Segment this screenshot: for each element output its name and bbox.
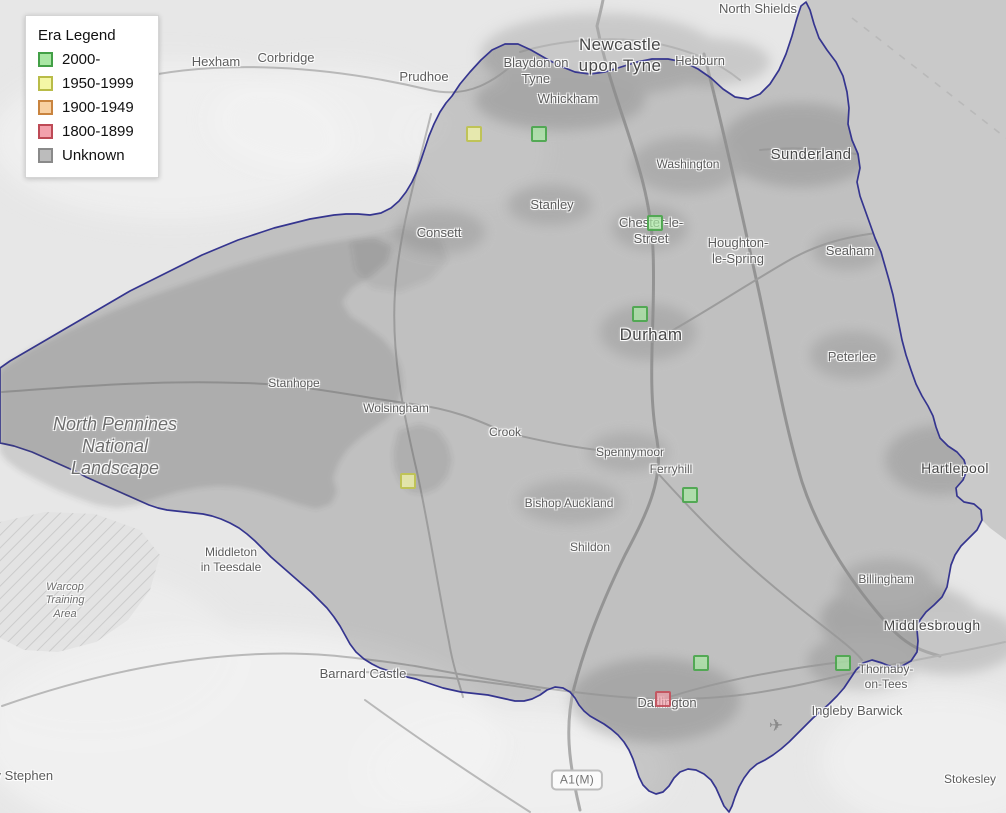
era-marker[interactable] [693, 655, 709, 671]
map-label-shildon: Shildon [569, 540, 611, 554]
map-label-barnard: Barnard Castle [319, 666, 407, 681]
map-label-hartlepool: Hartlepool [921, 460, 989, 476]
legend-item: 1900-1949 [38, 99, 146, 116]
map-label-peterlee: Peterlee [827, 349, 877, 364]
legend-label: 2000- [62, 51, 101, 68]
era-marker[interactable] [647, 215, 663, 231]
era-marker[interactable] [835, 655, 851, 671]
map-label-stanhope: Stanhope [268, 376, 320, 390]
map-label-spennymoor: Spennymoor [595, 445, 665, 459]
map-label-thornaby: Thornaby- on-Tees [858, 662, 914, 691]
legend-items: 2000- 1950-1999 1900-1949 1800-1899 Unknown [38, 51, 146, 164]
map-label-ingleby: Ingleby Barwick [811, 703, 903, 718]
legend-label: 1900-1949 [62, 99, 134, 116]
legend-item: 1950-1999 [38, 75, 146, 92]
map-label-houghton: Houghton- le-Spring [707, 235, 769, 266]
map-label-blaydon: Blaydon on Tyne [503, 55, 569, 86]
map-label-middlesbrough: Middlesbrough [883, 617, 981, 633]
map-label-stanley: Stanley [530, 197, 574, 212]
legend-item: 2000- [38, 51, 146, 68]
map-label-seaham: Seaham [825, 243, 875, 258]
map-label-ferryhill: Ferryhill [649, 462, 693, 476]
legend-swatch-icon [38, 124, 53, 139]
era-marker[interactable] [400, 473, 416, 489]
era-legend: Era Legend 2000- 1950-1999 1900-1949 1800-1… [25, 15, 159, 178]
map-label-bishop: Bishop Auckland [524, 496, 614, 510]
era-marker[interactable] [632, 306, 648, 322]
legend-title: Era Legend [38, 27, 116, 44]
legend-label: 1950-1999 [62, 75, 134, 92]
map-label-durham: Durham [619, 325, 683, 344]
legend-item: 1800-1899 [38, 123, 146, 140]
map-label-sunderland: Sunderland [770, 146, 852, 163]
legend-swatch-icon [38, 76, 53, 91]
map-label-hexham: Hexham [191, 54, 241, 69]
map-label-north: North Shields [718, 1, 798, 16]
map-label-corbridge: Corbridge [257, 50, 315, 65]
airplane-icon: ✈ [768, 716, 784, 735]
road-badge-a1m: A1(M) [550, 769, 604, 791]
map-label-consett: Consett [416, 225, 462, 240]
map-label-kirkby: Kirkby Stephen [0, 768, 54, 783]
era-marker[interactable] [466, 126, 482, 142]
map-label-prudhoe: Prudhoe [399, 69, 449, 84]
map-canvas[interactable]: Newcastle upon Tyne North Shields Hebburn S… [0, 0, 1006, 813]
era-marker[interactable] [655, 691, 671, 707]
map-label-north: North Pennines National Landscape [52, 414, 178, 478]
era-marker[interactable] [682, 487, 698, 503]
map-label-wolsingham: Wolsingham [363, 401, 429, 415]
legend-label: 1800-1899 [62, 123, 134, 140]
legend-swatch-icon [38, 52, 53, 67]
legend-item: Unknown [38, 147, 146, 164]
map-label-hebburn: Hebburn [675, 53, 725, 68]
legend-swatch-icon [38, 148, 53, 163]
map-label-crook: Crook [488, 425, 522, 439]
legend-label: Unknown [62, 147, 125, 164]
map-label-newcastle: Newcastle upon Tyne [578, 35, 662, 75]
legend-swatch-icon [38, 100, 53, 115]
map-label-warcop: Warcop Training Area [45, 581, 85, 620]
map-label-washington: Washington [656, 157, 720, 171]
map-label-billingham: Billingham [858, 572, 914, 586]
era-marker[interactable] [531, 126, 547, 142]
map-label-stokesley: Stokesley [943, 772, 997, 786]
map-label-whickham: Whickham [537, 91, 599, 106]
map-label-middleton: Middleton in Teesdale [200, 545, 262, 574]
